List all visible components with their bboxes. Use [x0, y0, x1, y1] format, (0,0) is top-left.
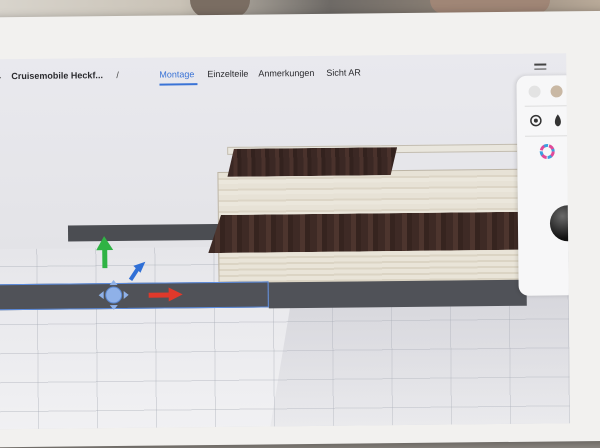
material-swatch[interactable] [528, 85, 541, 98]
active-tab-indicator [159, 83, 198, 86]
material-swatch[interactable] [550, 85, 563, 98]
breadcrumb-separator: / [116, 69, 119, 81]
home-icon[interactable] [0, 71, 2, 86]
tablet-device: Cruisemobile Heckf... / Montage Einzelte… [0, 10, 600, 448]
move-x-arrow[interactable] [148, 287, 183, 302]
tab-sicht-ar[interactable]: Sicht AR [326, 67, 361, 77]
hamburger-menu-icon[interactable] [534, 63, 547, 74]
material-preview-sphere[interactable] [549, 205, 571, 242]
tab-einzelteile[interactable]: Einzelteile [207, 69, 248, 79]
move-y-arrow[interactable] [96, 236, 114, 269]
project-title[interactable]: Cruisemobile Heckf... [11, 70, 103, 81]
texture-icon[interactable] [551, 113, 565, 127]
move-z-arrow[interactable] [128, 261, 146, 281]
panel-divider [524, 105, 571, 107]
tab-montage[interactable]: Montage [159, 69, 194, 79]
panel-divider [525, 135, 571, 137]
move-handle[interactable] [98, 280, 129, 311]
material-panel: B [516, 75, 571, 296]
app-screen: Cruisemobile Heckf... / Montage Einzelte… [0, 53, 571, 430]
color-wheel-icon[interactable] [539, 143, 555, 160]
transform-gizmo [96, 236, 183, 311]
tab-anmerkungen[interactable]: Anmerkungen [258, 68, 314, 79]
sun-icon[interactable] [529, 114, 543, 128]
top-navigation: Cruisemobile Heckf... / Montage Einzelte… [0, 53, 567, 93]
